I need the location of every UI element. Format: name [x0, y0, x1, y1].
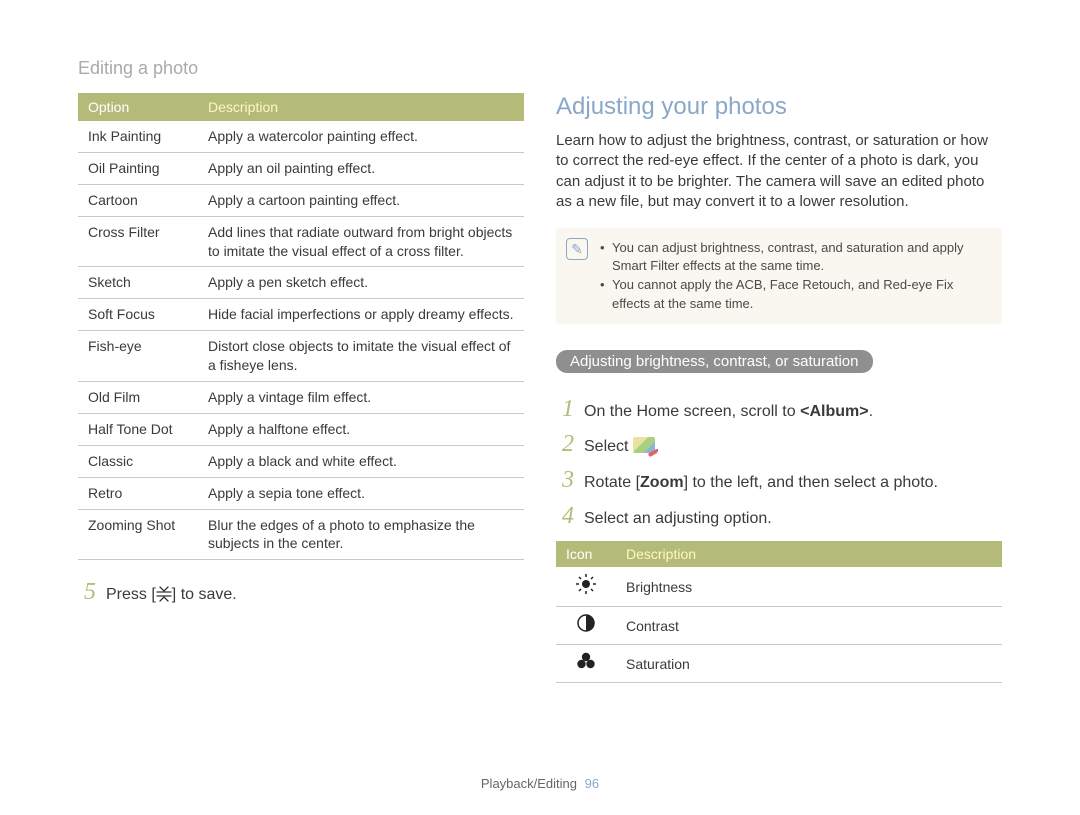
step-text: Rotate [Zoom] to the left, and then sele…	[584, 468, 938, 494]
option-cell: Ink Painting	[78, 121, 198, 152]
table-row: SketchApply a pen sketch effect.	[78, 267, 524, 299]
table-row: Soft FocusHide facial imperfections or a…	[78, 299, 524, 331]
label: Press [	[106, 586, 156, 603]
table-row: Fish-eyeDistort close objects to imitate…	[78, 331, 524, 382]
icon-cell	[556, 607, 616, 645]
subsection-pill: Adjusting brightness, contrast, or satur…	[556, 350, 873, 373]
label: ] to save.	[172, 586, 237, 603]
step-number: 4	[556, 504, 574, 528]
description-cell: Apply an oil painting effect.	[198, 152, 524, 184]
note-item: You can adjust brightness, contrast, and…	[600, 239, 988, 275]
option-cell: Retro	[78, 477, 198, 509]
label: .	[869, 403, 873, 420]
edit-icon	[633, 437, 655, 453]
note-list: You can adjust brightness, contrast, and…	[600, 238, 988, 314]
description-cell: Hide facial imperfections or apply dream…	[198, 299, 524, 331]
step-1: 1 On the Home screen, scroll to <Album>.	[556, 397, 1002, 423]
step-number: 5	[78, 580, 96, 604]
option-cell: Classic	[78, 445, 198, 477]
description-cell: Add lines that radiate outward from brig…	[198, 216, 524, 267]
option-cell: Cartoon	[78, 184, 198, 216]
icon-cell	[556, 645, 616, 683]
footer-section: Playback/Editing	[481, 776, 577, 791]
table-row: Saturation	[556, 645, 1002, 683]
step-2: 2 Select .	[556, 432, 1002, 458]
option-cell: Oil Painting	[78, 152, 198, 184]
note-box: ✎ You can adjust brightness, contrast, a…	[556, 228, 1002, 324]
step-text: Press [ ] to save.	[106, 580, 237, 606]
col-description: Description	[198, 93, 524, 121]
step-4: 4 Select an adjusting option.	[556, 504, 1002, 530]
note-icon: ✎	[566, 238, 588, 260]
step-text: Select .	[584, 432, 659, 458]
step-text: Select an adjusting option.	[584, 504, 772, 530]
table-row: Contrast	[556, 607, 1002, 645]
step-5: 5 Press [ ] to save.	[78, 580, 524, 606]
icon-cell	[556, 567, 616, 607]
table-row: Oil PaintingApply an oil painting effect…	[78, 152, 524, 184]
step-number: 3	[556, 468, 574, 492]
options-table: Option Description Ink PaintingApply a w…	[78, 93, 524, 560]
table-row: Half Tone DotApply a halftone effect.	[78, 413, 524, 445]
footer: Playback/Editing 96	[0, 776, 1080, 791]
table-row: Old FilmApply a vintage film effect.	[78, 382, 524, 414]
left-column: Option Description Ink PaintingApply a w…	[78, 93, 524, 683]
option-cell: Sketch	[78, 267, 198, 299]
description-cell: Blur the edges of a photo to emphasize t…	[198, 509, 524, 560]
col-description: Description	[616, 541, 1002, 567]
table-row: ClassicApply a black and white effect.	[78, 445, 524, 477]
note-item: You cannot apply the ACB, Face Retouch, …	[600, 276, 988, 312]
description-cell: Apply a sepia tone effect.	[198, 477, 524, 509]
description-cell: Apply a halftone effect.	[198, 413, 524, 445]
description-cell: Saturation	[616, 645, 1002, 683]
section-title: Adjusting your photos	[556, 93, 1002, 121]
step-number: 1	[556, 397, 574, 421]
option-cell: Zooming Shot	[78, 509, 198, 560]
label: ] to the left, and then select a photo.	[684, 474, 938, 491]
col-icon: Icon	[556, 541, 616, 567]
option-cell: Old Film	[78, 382, 198, 414]
table-row: Ink PaintingApply a watercolor painting …	[78, 121, 524, 152]
col-option: Option	[78, 93, 198, 121]
step-text: On the Home screen, scroll to <Album>.	[584, 397, 873, 423]
zoom-ref: Zoom	[640, 474, 684, 491]
table-row: RetroApply a sepia tone effect.	[78, 477, 524, 509]
description-cell: Apply a watercolor painting effect.	[198, 121, 524, 152]
option-cell: Cross Filter	[78, 216, 198, 267]
description-cell: Apply a vintage film effect.	[198, 382, 524, 414]
option-cell: Fish-eye	[78, 331, 198, 382]
right-column: Adjusting your photos Learn how to adjus…	[556, 93, 1002, 683]
menu-icon	[156, 586, 172, 602]
step-number: 2	[556, 432, 574, 456]
option-cell: Half Tone Dot	[78, 413, 198, 445]
contrast-icon	[577, 614, 595, 632]
table-row: Brightness	[556, 567, 1002, 607]
description-cell: Apply a pen sketch effect.	[198, 267, 524, 299]
option-cell: Soft Focus	[78, 299, 198, 331]
table-row: CartoonApply a cartoon painting effect.	[78, 184, 524, 216]
icons-table: Icon Description BrightnessContrastSatur…	[556, 541, 1002, 683]
brightness-icon	[576, 574, 596, 594]
description-cell: Brightness	[616, 567, 1002, 607]
album-ref: <Album>	[800, 403, 868, 420]
step-3: 3 Rotate [Zoom] to the left, and then se…	[556, 468, 1002, 494]
saturation-icon	[575, 652, 597, 670]
label: Rotate [	[584, 474, 640, 491]
label: Select	[584, 438, 633, 455]
description-cell: Distort close objects to imitate the vis…	[198, 331, 524, 382]
description-cell: Apply a cartoon painting effect.	[198, 184, 524, 216]
page-number: 96	[585, 776, 599, 791]
label: On the Home screen, scroll to	[584, 403, 800, 420]
description-cell: Apply a black and white effect.	[198, 445, 524, 477]
table-row: Zooming ShotBlur the edges of a photo to…	[78, 509, 524, 560]
description-cell: Contrast	[616, 607, 1002, 645]
page-header: Editing a photo	[78, 58, 1002, 79]
section-paragraph: Learn how to adjust the brightness, cont…	[556, 131, 1002, 212]
table-row: Cross FilterAdd lines that radiate outwa…	[78, 216, 524, 267]
